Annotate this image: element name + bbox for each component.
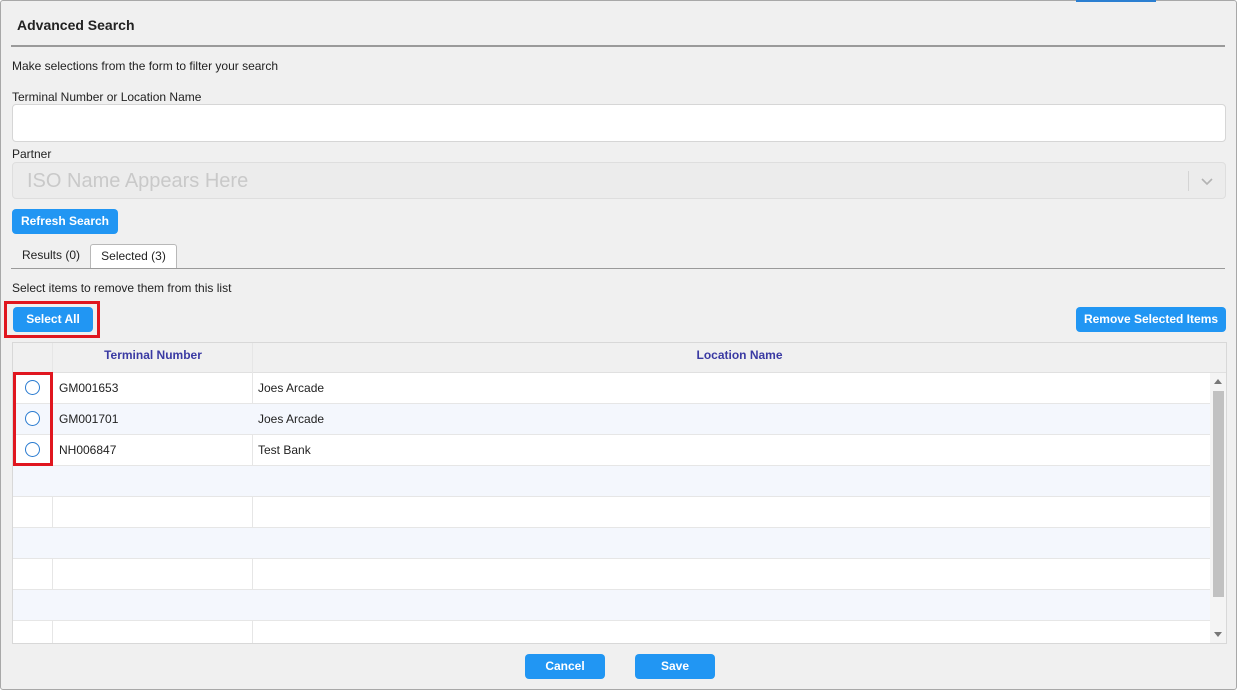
dialog-title: Advanced Search xyxy=(17,17,135,33)
location-name-cell: Joes Arcade xyxy=(258,381,325,395)
table-row[interactable]: GM001701 Joes Arcade xyxy=(13,404,1210,435)
select-all-highlight xyxy=(4,301,100,338)
tab-results[interactable]: Results (0) xyxy=(12,244,90,268)
partner-select[interactable]: ISO Name Appears Here xyxy=(12,162,1226,199)
cancel-button[interactable]: Cancel xyxy=(525,654,605,679)
empty-row xyxy=(13,466,1210,497)
refresh-search-button[interactable]: Refresh Search xyxy=(12,209,118,234)
form-instructions: Make selections from the form to filter … xyxy=(12,59,279,73)
chevron-down-icon[interactable] xyxy=(1199,173,1215,189)
terminal-number-cell: GM001653 xyxy=(59,381,119,395)
location-name-cell: Test Bank xyxy=(258,443,311,457)
empty-row xyxy=(13,497,1210,528)
table-row[interactable]: NH006847 Test Bank xyxy=(13,435,1210,466)
advanced-search-dialog: Advanced Search Make selections from the… xyxy=(0,0,1237,690)
selected-instructions: Select items to remove them from this li… xyxy=(12,281,232,295)
scroll-up-arrow-icon[interactable] xyxy=(1214,379,1222,384)
partner-field-label: Partner xyxy=(12,147,52,161)
scroll-down-arrow-icon[interactable] xyxy=(1214,632,1222,637)
empty-row xyxy=(13,559,1210,590)
terminal-number-cell: GM001701 xyxy=(59,412,119,426)
title-divider xyxy=(11,45,1225,47)
top-accent-bar xyxy=(1076,0,1156,2)
save-button[interactable]: Save xyxy=(635,654,715,679)
remove-selected-button[interactable]: Remove Selected Items xyxy=(1076,307,1226,332)
grid-header: Terminal Number Location Name xyxy=(13,343,1226,373)
tab-selected[interactable]: Selected (3) xyxy=(90,244,177,268)
selected-items-grid: Terminal Number Location Name GM001653 J… xyxy=(12,342,1227,644)
terminal-number-cell: NH006847 xyxy=(59,443,117,457)
scrollbar-thumb[interactable] xyxy=(1213,391,1224,597)
location-name-cell: Joes Arcade xyxy=(258,412,325,426)
radio-column-highlight xyxy=(13,372,53,466)
terminal-search-input[interactable] xyxy=(12,104,1226,142)
empty-row xyxy=(13,590,1210,621)
terminal-field-label: Terminal Number or Location Name xyxy=(12,90,202,104)
partner-select-placeholder: ISO Name Appears Here xyxy=(27,170,249,192)
tab-divider xyxy=(11,268,1225,269)
grid-scrollbar[interactable] xyxy=(1210,373,1226,643)
select-separator xyxy=(1188,171,1189,191)
table-row[interactable]: GM001653 Joes Arcade xyxy=(13,373,1210,404)
column-header-terminal[interactable]: Terminal Number xyxy=(53,343,253,373)
column-header-location[interactable]: Location Name xyxy=(253,343,1226,373)
empty-row xyxy=(13,528,1210,559)
